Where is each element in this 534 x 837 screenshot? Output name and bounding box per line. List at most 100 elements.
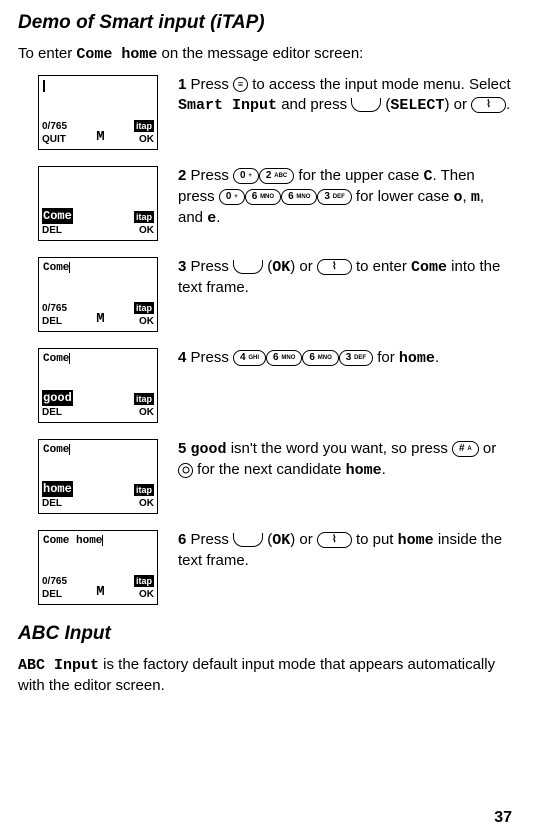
step-6-text: 6 Press (OK) or ⌇ to put home inside the… xyxy=(178,530,512,572)
t: Press xyxy=(186,531,233,548)
key-3: 3 DEF xyxy=(317,189,351,205)
home-code: home xyxy=(399,350,435,367)
t: for the upper case xyxy=(294,167,423,184)
t: , xyxy=(462,188,470,205)
menu-key-icon xyxy=(233,77,248,92)
k: MNO xyxy=(318,355,332,361)
e-code: e xyxy=(207,210,216,227)
step-3-text: 3 Press (OK) or ⌇ to enter Come into the… xyxy=(178,257,512,299)
key-6b: 6 MNO xyxy=(281,189,317,205)
t: isn't the word you want, so press xyxy=(227,440,452,457)
step-3: Come 0/765DEL M itapOK 3 Press (OK) or ⌇… xyxy=(18,257,512,332)
key-6d: 6 MNO xyxy=(302,350,338,366)
t: ) or xyxy=(290,531,317,548)
come-code: Come xyxy=(411,259,447,276)
screen1-center: M xyxy=(96,128,104,147)
screen-4: Come goodDEL itapOK xyxy=(38,348,158,423)
k: # xyxy=(459,443,465,454)
t: . xyxy=(506,96,510,113)
t: Press xyxy=(186,76,233,93)
k: + xyxy=(234,194,238,200)
screen4-line: Come xyxy=(43,353,69,365)
t: Press xyxy=(186,349,233,366)
screen5-right: OK xyxy=(134,497,154,511)
key-2: 2 ABC xyxy=(259,168,294,184)
t: . xyxy=(216,209,220,226)
screen2-badge: itap xyxy=(134,211,154,223)
screen2-hl: Come xyxy=(42,208,73,224)
screen2-left: DEL xyxy=(42,224,73,238)
key-6c: 6 MNO xyxy=(266,350,302,366)
nav-key-icon xyxy=(178,463,193,478)
screen-3: Come 0/765DEL M itapOK xyxy=(38,257,158,332)
screen-1: 0/765QUIT M itapOK xyxy=(38,75,158,150)
k: MNO xyxy=(281,355,295,361)
step-2-text: 2 Press 0 +2 ABC for the upper case C. T… xyxy=(178,166,512,230)
screen3-badge: itap xyxy=(134,302,154,314)
k: 4 xyxy=(240,352,246,363)
screen4-left: DEL xyxy=(42,406,73,420)
t: Press xyxy=(186,258,233,275)
screen5-badge: itap xyxy=(134,484,154,496)
abc-paragraph: ABC Input is the factory default input m… xyxy=(18,655,512,697)
screen6-counter: 0/765 xyxy=(42,575,67,589)
key-pound: # A xyxy=(452,441,479,457)
key-6a: 6 MNO xyxy=(245,189,281,205)
k: GHI xyxy=(248,355,259,361)
page-number: 37 xyxy=(494,807,512,829)
intro-before: To enter xyxy=(18,45,76,62)
t: for lower case xyxy=(352,188,454,205)
step-1: 0/765QUIT M itapOK 1 Press to access the… xyxy=(18,75,512,150)
t: or xyxy=(479,440,497,457)
screen3-line: Come xyxy=(43,262,69,274)
k: ABC xyxy=(274,173,287,179)
k: 2 xyxy=(266,170,272,181)
k: 6 xyxy=(252,191,258,202)
k: 6 xyxy=(309,352,315,363)
screen5-left: DEL xyxy=(42,497,73,511)
k: MNO xyxy=(296,194,310,200)
left-softkey-icon xyxy=(233,260,263,274)
intro-text: To enter Come home on the message editor… xyxy=(18,44,512,65)
c-code: C xyxy=(423,168,432,185)
section-title-demo: Demo of Smart input (iTAP) xyxy=(18,10,512,36)
t: ) or xyxy=(290,258,317,275)
key-0b: 0 + xyxy=(219,189,245,205)
t: ( xyxy=(263,531,272,548)
screen6-right: OK xyxy=(134,588,154,602)
screen6-left: DEL xyxy=(42,588,67,602)
k: 0 xyxy=(240,170,246,181)
step-2: ComeDEL itapOK 2 Press 0 +2 ABC for the … xyxy=(18,166,512,241)
screen1-badge: itap xyxy=(134,120,154,132)
k: 3 xyxy=(324,191,330,202)
screen3-counter: 0/765 xyxy=(42,302,67,316)
screen4-right: OK xyxy=(134,406,154,420)
send-key-icon: ⌇ xyxy=(471,97,506,113)
t: for xyxy=(373,349,399,366)
home-code: home xyxy=(398,532,434,549)
k: 6 xyxy=(273,352,279,363)
screen4-hl: good xyxy=(42,390,73,406)
t: for the next candidate xyxy=(193,461,346,478)
screen5-hl: home xyxy=(42,481,73,497)
screen-5: Come homeDEL itapOK xyxy=(38,439,158,514)
screen2-right: OK xyxy=(134,224,154,238)
k: + xyxy=(248,173,252,179)
screen3-right: OK xyxy=(134,315,154,329)
step-4-text: 4 Press 4 GHI6 MNO6 MNO3 DEF for home. xyxy=(178,348,512,369)
home-code: home xyxy=(346,462,382,479)
k: 3 xyxy=(346,352,352,363)
key-3b: 3 DEF xyxy=(339,350,373,366)
key-0: 0 + xyxy=(233,168,259,184)
t: . xyxy=(435,349,439,366)
intro-after: on the message editor screen: xyxy=(157,45,363,62)
key-4: 4 GHI xyxy=(233,350,266,366)
step-6: Come home 0/765DEL M itapOK 6 Press (OK)… xyxy=(18,530,512,605)
smart-input-code: Smart Input xyxy=(178,97,277,114)
screen5-line: Come xyxy=(43,444,69,456)
screen1-left: QUIT xyxy=(42,133,67,147)
k: 0 xyxy=(226,191,232,202)
step-1-text: 1 Press to access the input mode menu. S… xyxy=(178,75,512,117)
step-5: Come homeDEL itapOK 5 good isn't the wor… xyxy=(18,439,512,514)
intro-code: Come home xyxy=(76,46,157,63)
